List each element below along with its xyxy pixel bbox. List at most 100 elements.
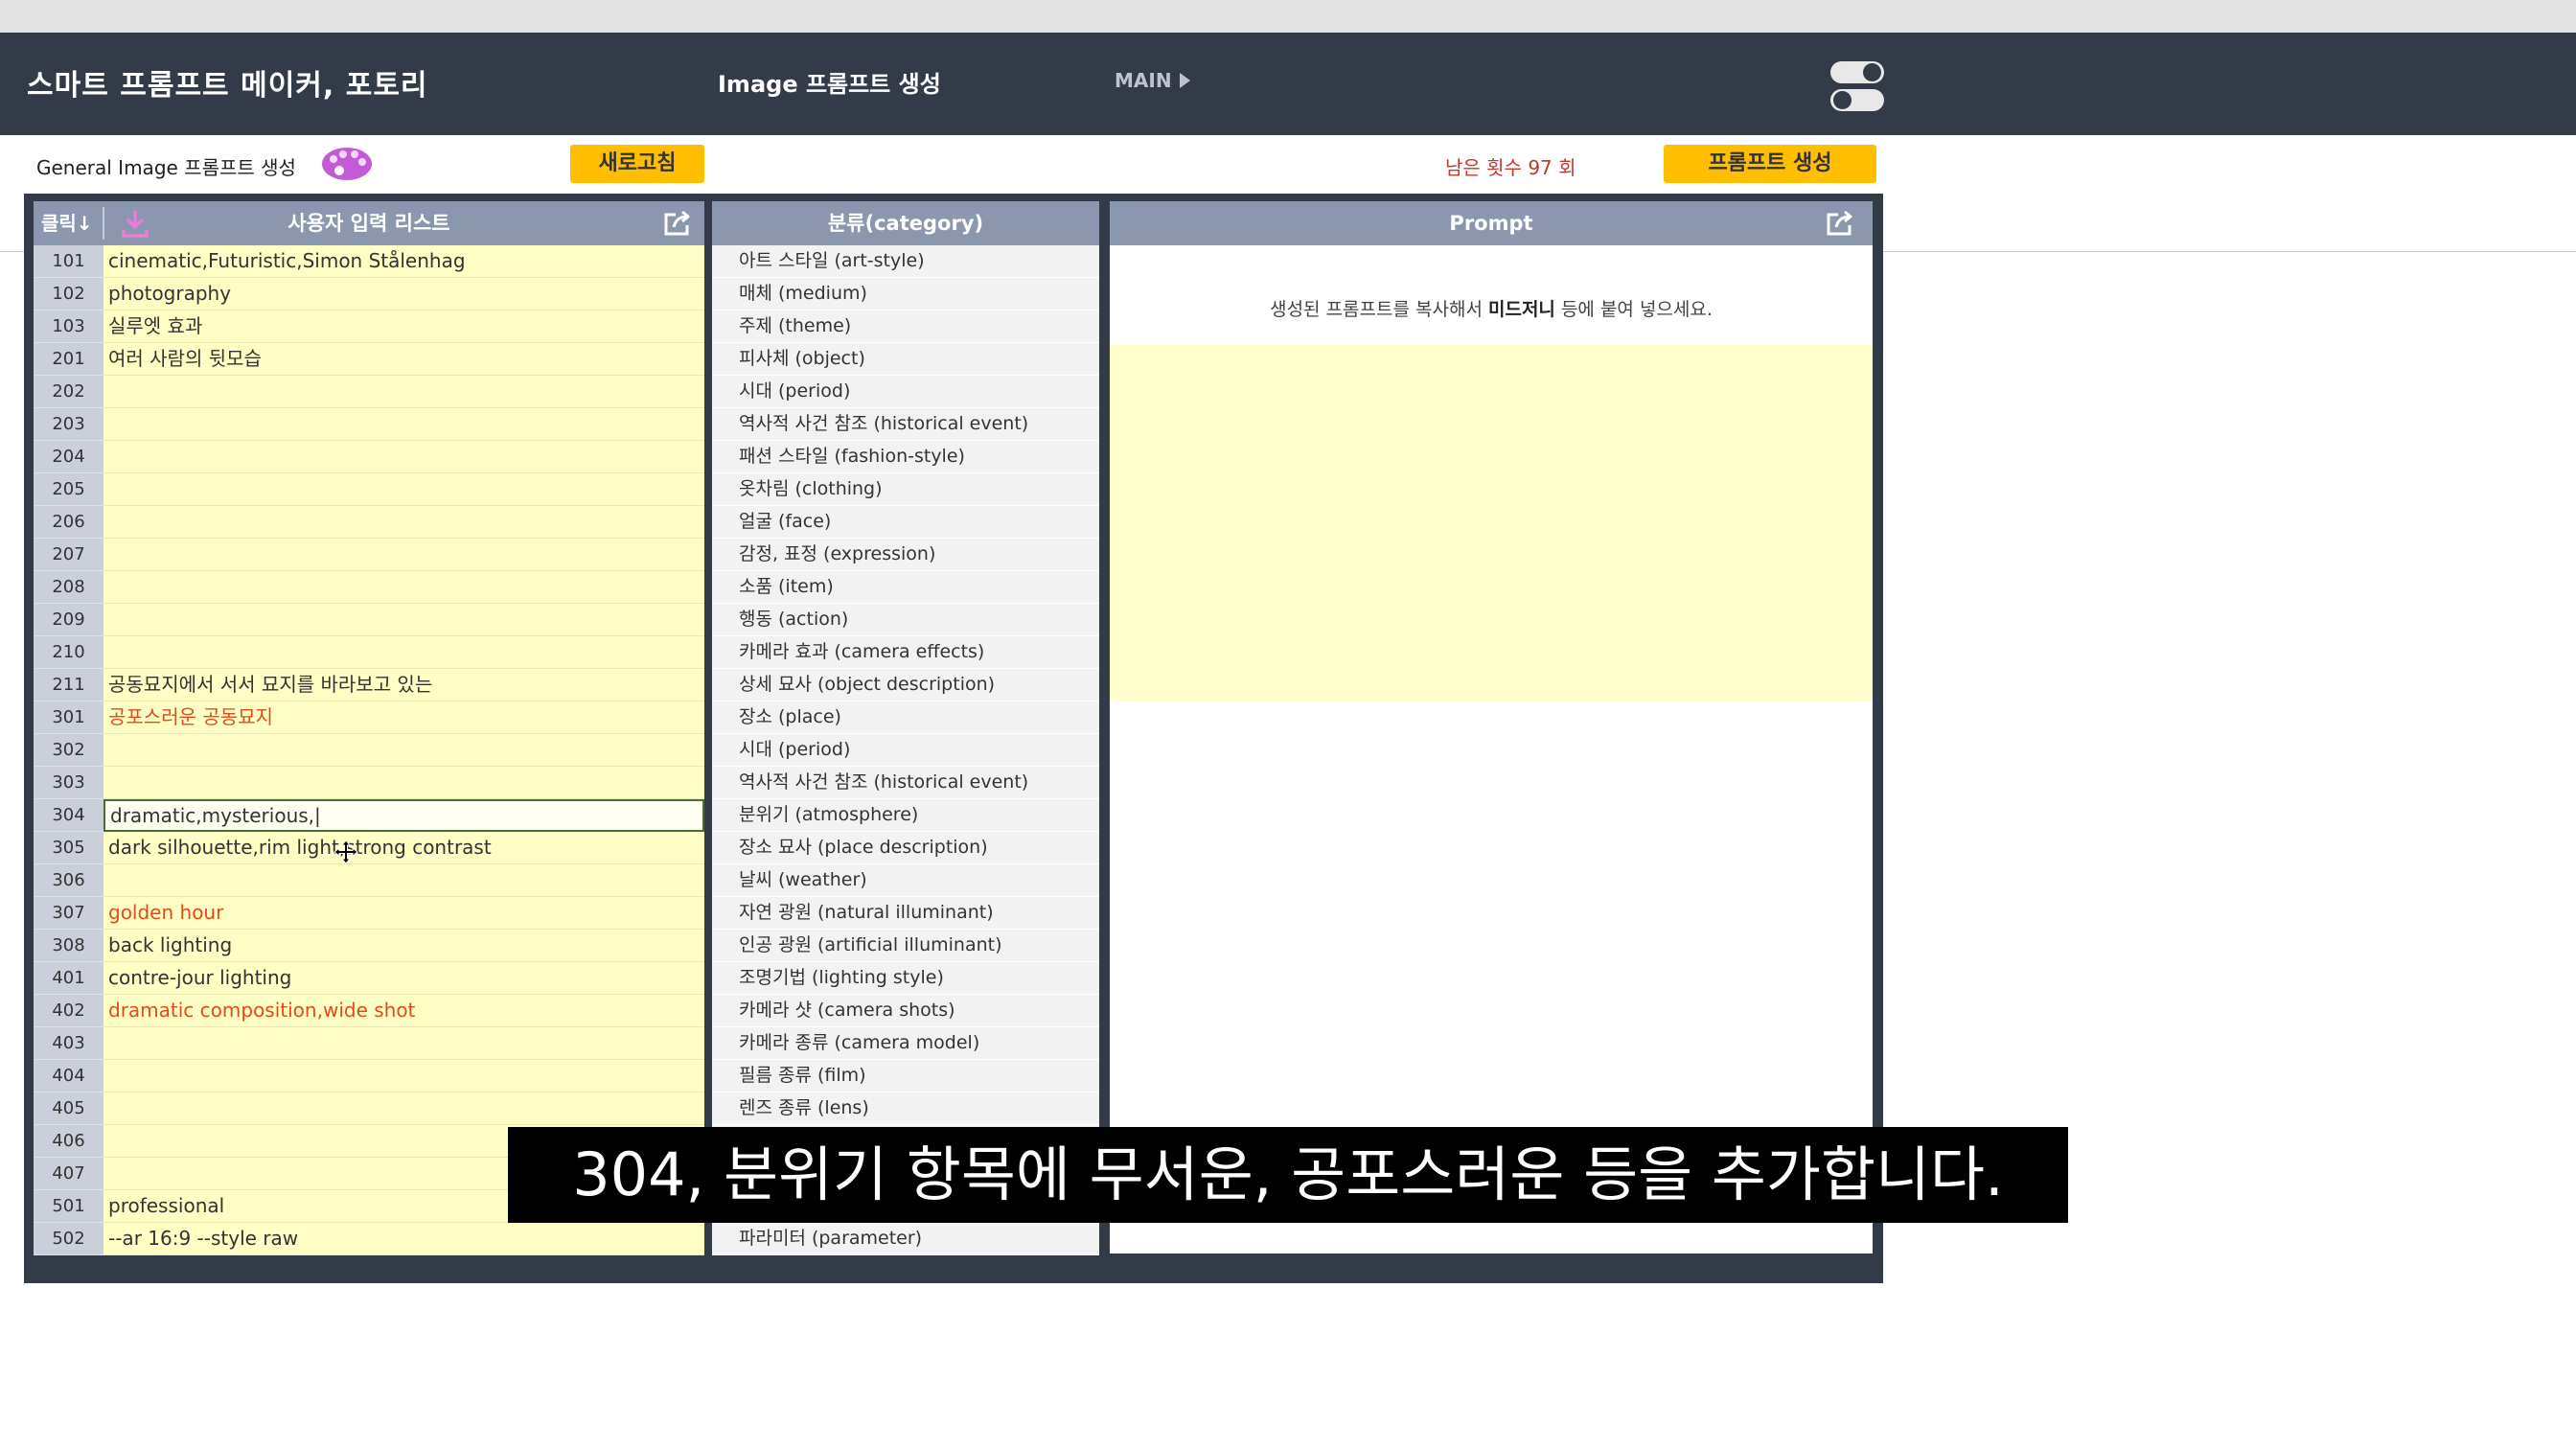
user-input-cell[interactable]: [104, 408, 704, 441]
user-input-cell[interactable]: [104, 441, 704, 473]
row-number: 205: [34, 473, 104, 506]
category-label: 소품 (item): [712, 571, 1099, 604]
row-number: 407: [34, 1158, 104, 1190]
category-list: 아트 스타일 (art-style) 매체 (medium) 주제 (theme) 피…: [712, 245, 1099, 1255]
row-number: 206: [34, 506, 104, 539]
input-row: 202: [34, 376, 704, 408]
row-number: 208: [34, 571, 104, 604]
input-row: 101 cinematic,Futuristic,Simon Stålenhag: [34, 245, 704, 278]
user-input-cell[interactable]: [104, 506, 704, 539]
window-top-strip: [0, 0, 2576, 33]
category-row: 장소 (place): [712, 702, 1099, 734]
user-input-cell[interactable]: dramatic,mysterious,|: [104, 799, 704, 832]
export-icon[interactable]: [662, 209, 693, 238]
user-input-cell[interactable]: [104, 1092, 704, 1125]
row-number: 211: [34, 669, 104, 702]
remaining-count: 남은 횟수 97 회: [1445, 156, 1576, 179]
category-label: 패션 스타일 (fashion-style): [712, 441, 1099, 473]
input-row: 403: [34, 1027, 704, 1060]
category-label: 시대 (period): [712, 734, 1099, 767]
main-link[interactable]: MAIN: [1115, 69, 1190, 92]
category-row: 시대 (period): [712, 734, 1099, 767]
user-input-cell[interactable]: contre-jour lighting: [104, 962, 704, 995]
user-input-cell[interactable]: [104, 636, 704, 669]
row-number: 404: [34, 1060, 104, 1092]
category-row: 피사체 (object): [712, 343, 1099, 376]
user-input-cell[interactable]: [104, 473, 704, 506]
category-row: 소품 (item): [712, 571, 1099, 604]
row-number: 307: [34, 897, 104, 930]
user-input-cell[interactable]: --ar 16:9 --style raw: [104, 1223, 704, 1255]
main-link-label: MAIN: [1115, 69, 1172, 92]
category-label: 카메라 샷 (camera shots): [712, 995, 1099, 1027]
category-label: 감정, 표정 (expression): [712, 539, 1099, 571]
category-label: 파라미터 (parameter): [712, 1223, 1099, 1255]
user-input-cell[interactable]: [104, 734, 704, 767]
category-row: 패션 스타일 (fashion-style): [712, 441, 1099, 473]
category-row: 날씨 (weather): [712, 864, 1099, 897]
click-sort-button[interactable]: 클릭↓: [41, 201, 93, 245]
user-input-cell[interactable]: golden hour: [104, 897, 704, 930]
input-row: 302: [34, 734, 704, 767]
category-row: 분위기 (atmosphere): [712, 799, 1099, 832]
category-label: 카메라 효과 (camera effects): [712, 636, 1099, 669]
category-label: 아트 스타일 (art-style): [712, 245, 1099, 278]
user-input-cell[interactable]: dramatic composition,wide shot: [104, 995, 704, 1027]
user-input-header: 클릭↓ 사용자 입력 리스트: [34, 201, 704, 245]
row-number: 501: [34, 1190, 104, 1223]
category-row: 행동 (action): [712, 604, 1099, 636]
app-title: 스마트 프롬프트 메이커, 포토리: [27, 69, 428, 103]
category-row: 자연 광원 (natural illuminant): [712, 897, 1099, 930]
input-row: 103 실루엣 효과: [34, 310, 704, 343]
input-row: 102 photography: [34, 278, 704, 310]
category-row: 렌즈 종류 (lens): [712, 1092, 1099, 1125]
user-input-cell[interactable]: 여러 사람의 뒷모습: [104, 343, 704, 376]
prompt-output[interactable]: [1110, 345, 1873, 702]
user-input-cell[interactable]: [104, 1027, 704, 1060]
input-row: 203: [34, 408, 704, 441]
user-input-cell[interactable]: [104, 1060, 704, 1092]
user-input-cell[interactable]: [104, 864, 704, 897]
user-input-cell[interactable]: 공동묘지에서 서서 묘지를 바라보고 있는: [104, 669, 704, 702]
user-input-cell[interactable]: photography: [104, 278, 704, 310]
category-label: 상세 묘사 (object description): [712, 669, 1099, 702]
row-number: 303: [34, 767, 104, 799]
download-icon[interactable]: [120, 209, 150, 240]
page-title: Image 프롬프트 생성: [718, 71, 941, 98]
input-row: 405: [34, 1092, 704, 1125]
input-row: 401 contre-jour lighting: [34, 962, 704, 995]
input-row: 305 dark silhouette,rim light,strong cont…: [34, 832, 704, 864]
input-row: 303: [34, 767, 704, 799]
user-input-cell[interactable]: [104, 571, 704, 604]
user-input-cell[interactable]: [104, 539, 704, 571]
user-input-cell[interactable]: [104, 376, 704, 408]
input-row: 502 --ar 16:9 --style raw: [34, 1223, 704, 1255]
input-row: 206: [34, 506, 704, 539]
user-input-cell[interactable]: dark silhouette,rim light,strong contras…: [104, 832, 704, 864]
user-input-cell[interactable]: back lighting: [104, 930, 704, 962]
user-input-cell[interactable]: [104, 767, 704, 799]
toggle-icon[interactable]: [1830, 61, 1884, 111]
row-number: 301: [34, 702, 104, 734]
row-number: 308: [34, 930, 104, 962]
row-number: 201: [34, 343, 104, 376]
video-subtitle: 304, 분위기 항목에 무서운, 공포스러운 등을 추가합니다.: [508, 1127, 2068, 1223]
category-label: 시대 (period): [712, 376, 1099, 408]
generate-prompt-button[interactable]: 프롬프트 생성: [1664, 145, 1876, 183]
user-input-cell[interactable]: 실루엣 효과: [104, 310, 704, 343]
input-row: 404: [34, 1060, 704, 1092]
category-row: 역사적 사건 참조 (historical event): [712, 408, 1099, 441]
category-row: 조명기법 (lighting style): [712, 962, 1099, 995]
user-input-cell[interactable]: [104, 604, 704, 636]
export-icon[interactable]: [1825, 209, 1855, 238]
user-input-list: 101 cinematic,Futuristic,Simon Stålenhag 1…: [34, 245, 704, 1255]
user-input-cell[interactable]: cinematic,Futuristic,Simon Stålenhag: [104, 245, 704, 278]
refresh-button[interactable]: 새로고침: [570, 145, 704, 183]
user-input-cell[interactable]: 공포스러운 공동묘지: [104, 702, 704, 734]
category-row: 상세 묘사 (object description): [712, 669, 1099, 702]
category-panel: 분류(category) 아트 스타일 (art-style) 매체 (mediu…: [712, 201, 1099, 1255]
category-header: 분류(category): [712, 201, 1099, 245]
category-row: 카메라 종류 (camera model): [712, 1027, 1099, 1060]
input-row: 210: [34, 636, 704, 669]
category-label: 옷차림 (clothing): [712, 473, 1099, 506]
